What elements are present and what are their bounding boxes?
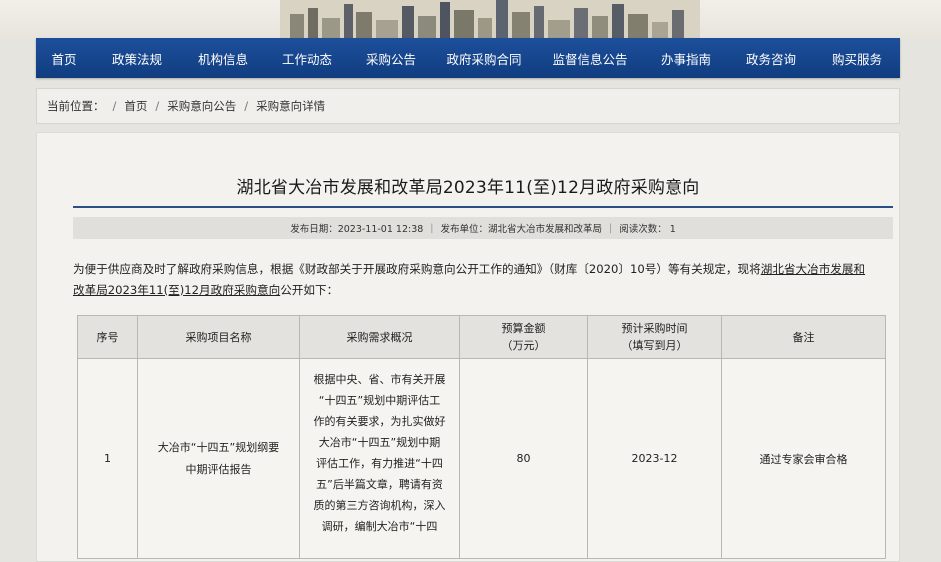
- publish-date: 发布日期：2023-11-01 12:38: [290, 224, 424, 235]
- intro-underlined-2: 改革局2023年11(至)12月政府采购意向: [73, 283, 281, 297]
- nav-item-policy[interactable]: 政策法规: [92, 49, 182, 68]
- view-count: 阅读次数： 1: [619, 224, 676, 235]
- cell-budget: 80: [459, 358, 588, 559]
- cell-name: 大冶市“十四五”规划纲要 中期评估报告: [137, 358, 300, 559]
- nav-item-services[interactable]: 购买服务: [814, 49, 900, 68]
- intro-underlined: 湖北省大冶市发展和: [760, 262, 866, 276]
- intro-text-2: 公开如下：: [280, 283, 339, 297]
- article-meta: 发布日期：2023-11-01 12:38 | 发布单位：湖北省大冶市发展和改革…: [73, 217, 893, 239]
- table-header-row: 序号 采购项目名称 采购需求概况 预算金额 （万元） 预计采购时间 （填写到月） 备…: [77, 315, 886, 359]
- header-note: 备注: [721, 315, 886, 359]
- breadcrumb-announcements[interactable]: 采购意向公告: [167, 98, 236, 114]
- cell-seq: 1: [77, 358, 138, 559]
- main-nav: 首页 政策法规 机构信息 工作动态 采购公告 政府采购合同 监督信息公告 办事指…: [36, 38, 900, 78]
- cell-desc: 根据中央、省、市有关开展 “十四五”规划中期评估工 作的有关要求，为扎实做好 大…: [299, 358, 460, 559]
- meta-separator: |: [609, 222, 613, 234]
- meta-separator: |: [430, 222, 434, 234]
- nav-item-org[interactable]: 机构信息: [182, 49, 264, 68]
- header-banner: [0, 0, 941, 40]
- breadcrumb-home[interactable]: 首页: [124, 98, 147, 114]
- intro-text: 为便于供应商及时了解政府采购信息，根据《财政部关于开展政府采购意向公开工作的通知…: [73, 262, 761, 276]
- nav-item-announcements[interactable]: 采购公告: [350, 49, 432, 68]
- breadcrumb-separator: /: [244, 99, 249, 113]
- nav-item-guide[interactable]: 办事指南: [644, 49, 728, 68]
- nav-item-supervision[interactable]: 监督信息公告: [536, 49, 644, 68]
- nav-item-consult[interactable]: 政务咨询: [728, 49, 814, 68]
- nav-item-contracts[interactable]: 政府采购合同: [432, 49, 536, 68]
- nav-item-news[interactable]: 工作动态: [264, 49, 350, 68]
- breadcrumb: 当前位置： / 首页 / 采购意向公告 / 采购意向详情: [36, 88, 900, 124]
- procurement-table: 序号 采购项目名称 采购需求概况 预算金额 （万元） 预计采购时间 （填写到月） 备…: [77, 315, 886, 559]
- cell-time: 2023-12: [587, 358, 722, 559]
- table-row: 1 大冶市“十四五”规划纲要 中期评估报告 根据中央、省、市有关开展 “十四五”规…: [77, 358, 886, 559]
- header-time: 预计采购时间 （填写到月）: [587, 315, 722, 359]
- city-skyline-image: [280, 0, 700, 40]
- title-divider: [73, 206, 893, 208]
- breadcrumb-separator: /: [155, 99, 160, 113]
- breadcrumb-current: 采购意向详情: [256, 99, 326, 113]
- header-budget: 预算金额 （万元）: [459, 315, 588, 359]
- breadcrumb-separator: /: [112, 99, 117, 113]
- header-seq: 序号: [77, 315, 138, 359]
- publish-unit: 发布单位：湖北省大冶市发展和改革局: [440, 224, 603, 235]
- header-desc: 采购需求概况: [299, 315, 460, 359]
- intro-paragraph: 为便于供应商及时了解政府采购信息，根据《财政部关于开展政府采购意向公开工作的通知…: [73, 259, 895, 301]
- page-title: 湖北省大冶市发展和改革局2023年11(至)12月政府采购意向: [236, 178, 700, 198]
- header-name: 采购项目名称: [137, 315, 300, 359]
- article-panel: 湖北省大冶市发展和改革局2023年11(至)12月政府采购意向 发布日期：202…: [36, 132, 900, 562]
- nav-item-home[interactable]: 首页: [36, 49, 92, 68]
- breadcrumb-label: 当前位置：: [47, 99, 105, 113]
- cell-note: 通过专家会审合格: [721, 358, 886, 559]
